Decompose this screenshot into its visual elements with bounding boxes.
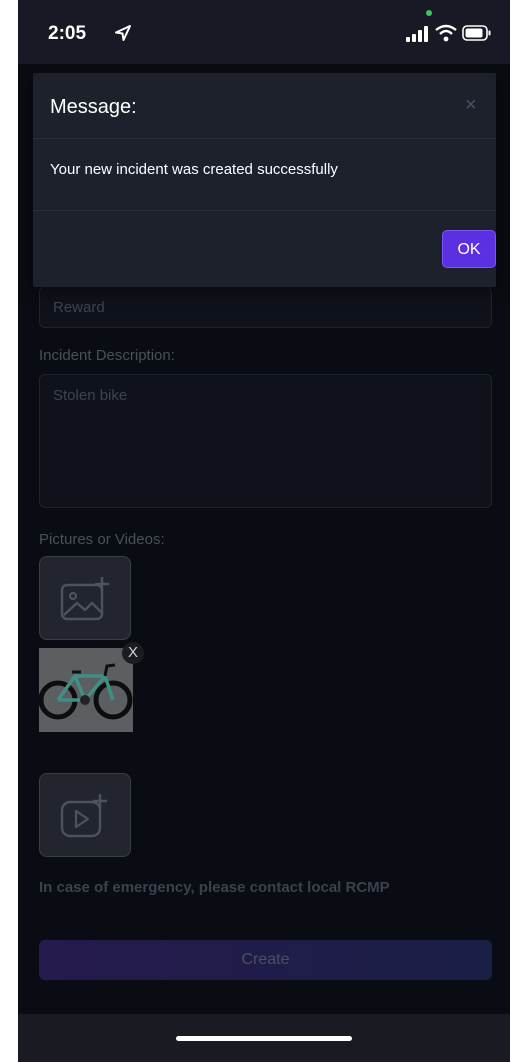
description-text: Stolen bike xyxy=(53,387,128,404)
close-icon[interactable]: × xyxy=(465,94,477,117)
cellular-signal-icon xyxy=(406,26,428,42)
reward-input[interactable]: Reward xyxy=(39,286,492,328)
reward-placeholder: Reward xyxy=(53,299,105,316)
location-arrow-icon xyxy=(115,25,131,41)
emergency-note: In case of emergency, please contact loc… xyxy=(39,879,390,896)
description-label: Incident Description: xyxy=(39,347,175,364)
bike-photo-thumbnail[interactable] xyxy=(39,648,133,732)
status-time: 2:05 xyxy=(48,23,87,44)
battery-icon xyxy=(462,25,491,41)
ok-button[interactable]: OK xyxy=(442,230,496,268)
modal-message: Your new incident was created successful… xyxy=(50,161,338,178)
remove-photo-button[interactable]: X xyxy=(122,642,144,664)
add-image-icon xyxy=(60,577,109,621)
add-video-icon xyxy=(60,794,107,838)
message-modal: Message: × Your new incident was created… xyxy=(33,73,496,287)
modal-title: Message: xyxy=(50,96,137,118)
bike-image xyxy=(39,648,133,732)
add-video-button[interactable] xyxy=(39,773,131,857)
media-label: Pictures or Videos: xyxy=(39,531,165,548)
status-bar: 2:05 xyxy=(18,0,510,64)
wifi-icon xyxy=(435,24,457,42)
home-indicator[interactable] xyxy=(176,1036,352,1041)
description-textarea[interactable]: Stolen bike xyxy=(39,374,492,508)
privacy-indicator-dot xyxy=(426,10,432,16)
phone-screen: 2:05 Reward Incident Description: Stolen… xyxy=(18,0,510,1062)
add-picture-button[interactable] xyxy=(39,556,131,640)
create-button[interactable]: Create xyxy=(39,940,492,980)
home-bar-area xyxy=(18,1014,510,1062)
modal-header: Message: × xyxy=(33,73,496,139)
modal-body: Your new incident was created successful… xyxy=(33,139,496,211)
